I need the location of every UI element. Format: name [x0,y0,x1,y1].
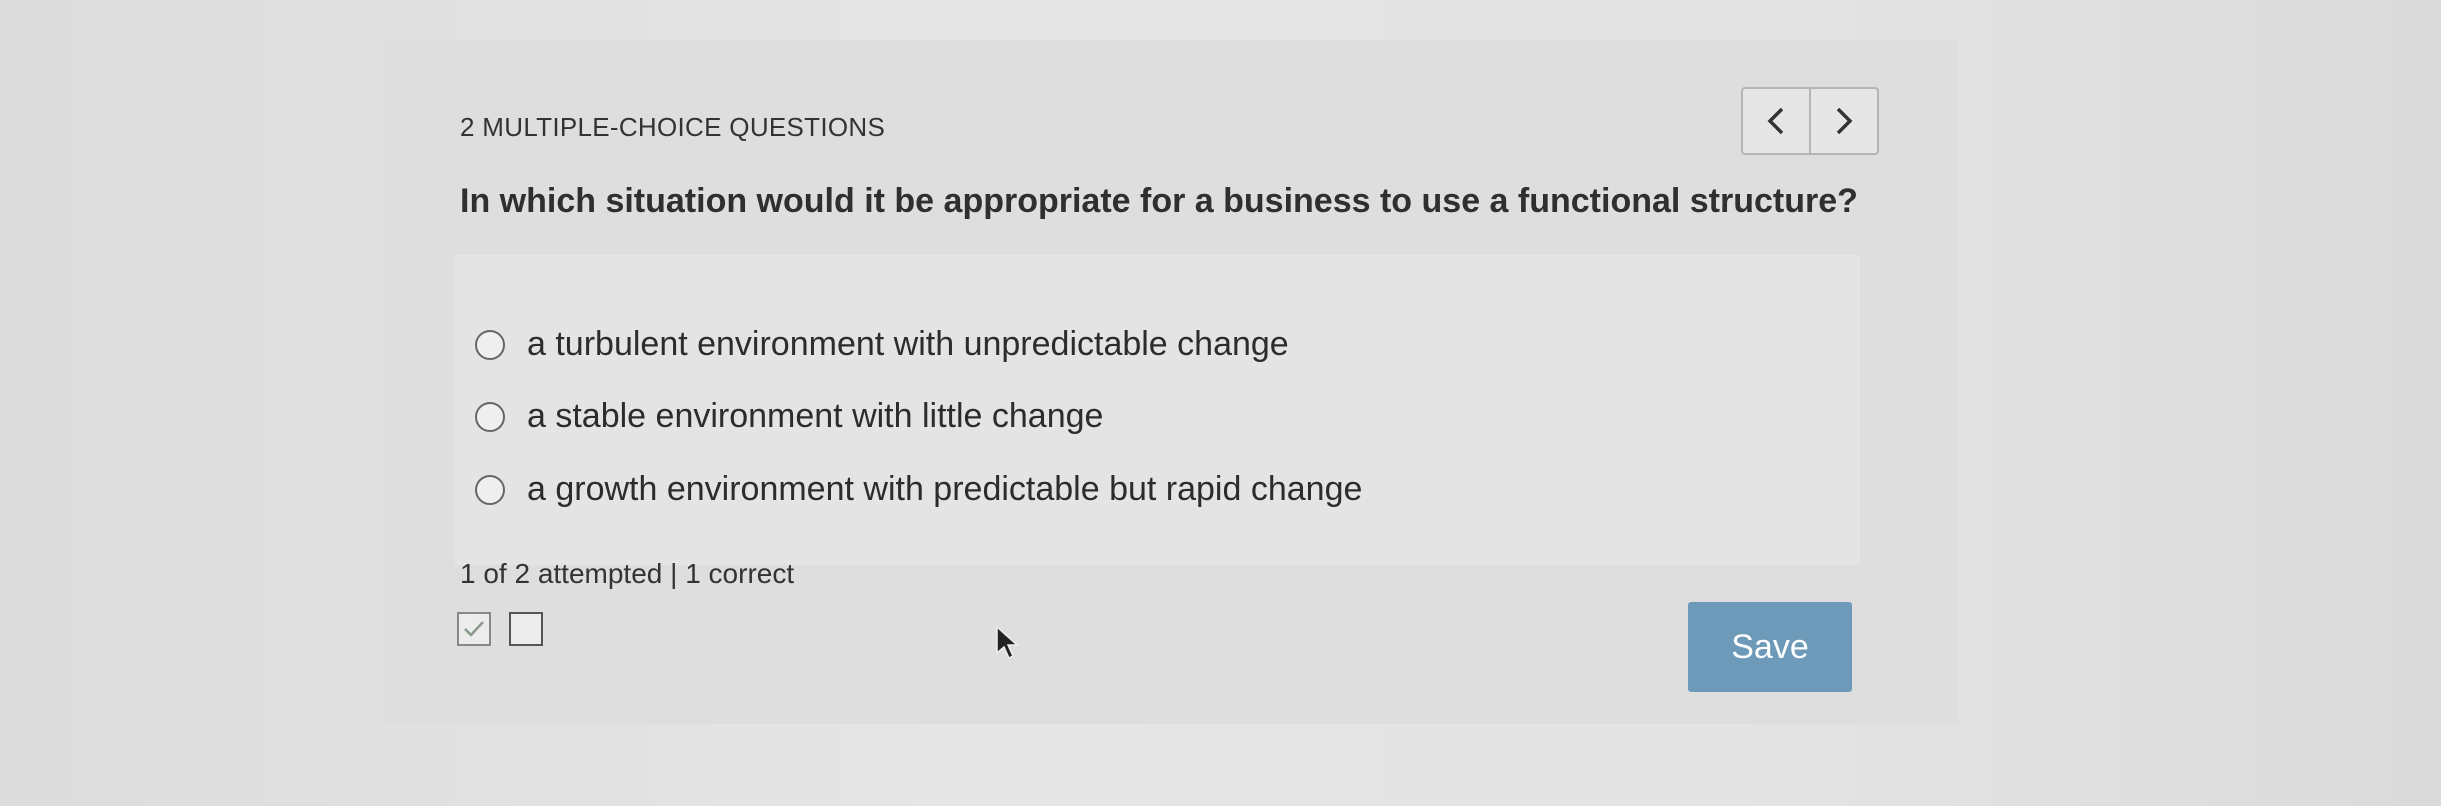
answer-option-3[interactable]: a growth environment with predictable bu… [475,470,1362,509]
answer-option-label: a turbulent environment with unpredictab… [527,325,1289,363]
section-title: 2 MULTIPLE-CHOICE QUESTIONS [460,112,886,142]
question-progress [457,612,543,646]
answer-option-1[interactable]: a turbulent environment with unpredictab… [475,325,1289,364]
answer-option-label: a growth environment with predictable bu… [527,470,1363,508]
radio-button[interactable] [475,401,505,432]
save-button[interactable]: Save [1688,602,1852,692]
next-question-button[interactable] [1811,89,1877,153]
radio-button[interactable] [475,474,505,505]
checkmark-icon [464,621,484,637]
chevron-right-icon [1836,107,1853,135]
attempt-status: 1 of 2 attempted | 1 correct [460,558,795,589]
previous-question-button[interactable] [1743,89,1811,153]
question-1-status-checkbox[interactable] [457,612,491,646]
question-nav [1741,87,1879,155]
mouse-cursor-icon [996,625,1019,660]
question-text: In which situation would it be appropria… [460,182,1858,220]
radio-button[interactable] [475,329,505,360]
question-2-status-checkbox[interactable] [509,612,543,646]
answer-options: a turbulent environment with unpredictab… [455,255,1860,565]
answer-option-2[interactable]: a stable environment with little change [475,397,1103,436]
question-card: 2 MULTIPLE-CHOICE QUESTIONS In which sit… [385,40,1958,724]
answer-option-label: a stable environment with little change [527,397,1104,435]
chevron-left-icon [1767,107,1784,135]
